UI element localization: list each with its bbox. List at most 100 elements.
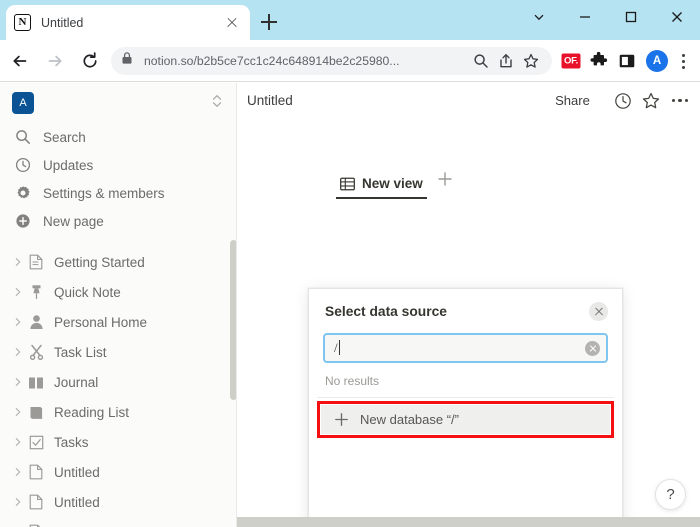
sidebar-item-updates[interactable]: Updates [0,151,237,179]
document-icon [26,464,46,480]
books-icon [26,405,46,420]
chevron-right-icon[interactable] [10,467,26,477]
data-source-search-input[interactable]: / [323,333,608,363]
sidebar-page-label: Task List [54,344,107,360]
sidebar-page-label: Personal Home [54,314,148,330]
sidebar-page-quick-note[interactable]: Quick Note [0,277,237,307]
view-tab-bar: New view [336,171,453,199]
forward-arrow-icon [40,46,70,76]
sidebar-page-journal[interactable]: Journal [0,367,237,397]
star-icon[interactable] [520,50,542,72]
horizontal-scrollbar[interactable] [237,517,700,527]
dialog-separator [317,397,614,398]
notion-app: A Search Updates Settings & members New … [0,83,700,527]
sidebar-page-untitled-2[interactable]: Untitled [0,487,237,517]
sidebar-item-label: Settings & members [43,185,165,201]
minimize-icon[interactable] [562,0,608,34]
new-tab-button[interactable] [256,9,282,35]
profile-avatar[interactable]: A [646,49,668,72]
select-data-source-dialog: Select data source / No results New data… [308,288,623,527]
search-input-value: / [334,340,585,356]
chevron-right-icon[interactable] [10,407,26,417]
open-book-icon [26,375,46,390]
share-button[interactable]: Share [555,93,590,108]
sidebar-page-label: Reading List [54,404,130,420]
chevron-updown-icon [211,93,225,114]
maximize-icon[interactable] [608,0,654,34]
window-controls [516,0,700,40]
reload-icon[interactable] [75,46,105,76]
sidebar-page-task-list[interactable]: Task List [0,337,237,367]
chevron-right-icon[interactable] [10,497,26,507]
kebab-menu-icon[interactable] [672,48,694,74]
sidebar: A Search Updates Settings & members New … [0,83,237,527]
search-icon[interactable] [470,50,492,72]
sidebar-item-label: Updates [43,157,94,173]
sidebar-page-label: Untitled [54,494,100,510]
tab-label: New view [362,176,423,191]
sidebar-page-untitled-1[interactable]: Untitled [0,457,237,487]
browser-window: N Untitled notion.so/b2b5ce7cc1c24c64891… [0,0,700,527]
plus-icon [330,412,352,427]
sidebar-page-tasks[interactable]: Tasks [0,427,237,457]
checkbox-icon [26,435,46,450]
address-bar-url: notion.so/b2b5ce7cc1c24c648914be2c25980.… [144,53,400,68]
chevron-right-icon[interactable] [10,347,26,357]
gear-icon [14,185,32,201]
table-icon [340,177,355,191]
window-close-icon[interactable] [654,0,700,34]
workspace-avatar: A [12,92,34,114]
share-icon[interactable] [495,50,517,72]
new-database-option[interactable]: New database “/” [317,401,614,438]
search-icon [14,129,32,145]
sidebar-page-label: Getting Started [54,254,145,270]
sidebar-page-untitled-3[interactable]: Untitled [0,517,237,527]
close-icon[interactable] [589,301,608,321]
sidebar-item-label: Search [43,129,86,145]
chevron-right-icon[interactable] [10,257,26,267]
chevron-right-icon[interactable] [10,317,26,327]
workspace-switcher[interactable]: A [0,83,237,123]
chevron-down-icon[interactable] [516,0,562,34]
sidebar-page-personal-home[interactable]: Personal Home [0,307,237,337]
document-icon [26,254,46,270]
sidebar-page-reading-list[interactable]: Reading List [0,397,237,427]
clear-icon[interactable] [585,340,600,356]
person-icon [26,314,46,330]
sidebar-page-getting-started[interactable]: Getting Started [0,247,237,277]
new-database-label: New database “/” [360,412,459,427]
chevron-right-icon[interactable] [10,377,26,387]
puzzle-extension-icon[interactable] [586,48,612,74]
tab-new-view[interactable]: New view [336,176,427,199]
no-results-label: No results [325,374,380,388]
sidebar-item-search[interactable]: Search [0,123,237,151]
chevron-right-icon[interactable] [10,437,26,447]
help-button[interactable]: ? [655,479,686,510]
clock-icon [14,157,32,173]
page-header: Untitled Share [237,83,700,118]
lock-icon [121,51,135,70]
page-title: Untitled [247,93,293,108]
pushpin-icon [26,284,46,300]
sidebar-item-new-page[interactable]: New page [0,207,237,235]
star-icon[interactable] [640,90,662,112]
clock-icon[interactable] [612,90,634,112]
add-view-button[interactable] [437,171,453,192]
notion-favicon: N [14,14,31,31]
chevron-right-icon[interactable] [10,287,26,297]
sidebar-page-label: Untitled [54,464,100,480]
browser-title-bar: N Untitled [0,0,700,40]
sidebar-item-settings[interactable]: Settings & members [0,179,237,207]
browser-tab[interactable]: N Untitled [6,5,250,40]
address-bar[interactable]: notion.so/b2b5ce7cc1c24c648914be2c25980.… [111,46,552,75]
dialog-header: Select data source [309,289,622,333]
more-options-icon[interactable] [671,98,688,103]
back-arrow-icon[interactable] [5,46,35,76]
sidebar-page-label: Tasks [54,434,89,450]
sidepanel-icon[interactable] [614,48,640,74]
sidebar-page-label: Journal [54,374,99,390]
office-extension-icon[interactable]: OF. [558,48,584,74]
scissors-icon [26,344,46,360]
browser-tab-title: Untitled [41,15,84,30]
close-icon[interactable] [222,13,242,33]
